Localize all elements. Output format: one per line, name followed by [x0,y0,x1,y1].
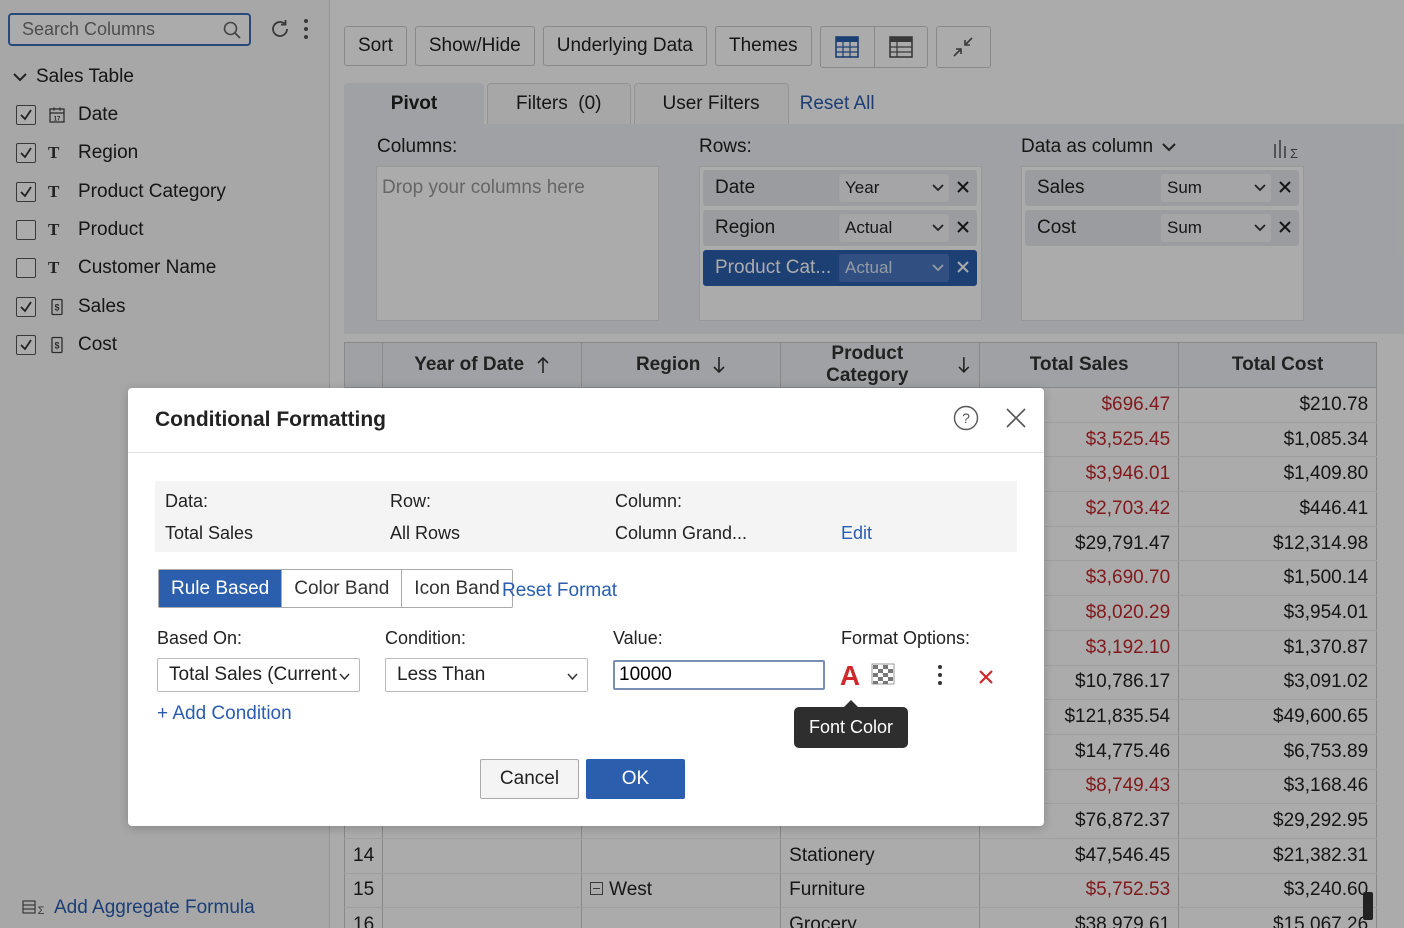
close-icon[interactable] [1004,406,1028,430]
conditional-formatting-dialog: Conditional Formatting ? Data: Total Sal… [128,388,1044,826]
dialog-title: Conditional Formatting [155,408,386,431]
condition-select[interactable]: Less Than [385,658,588,692]
dialog-divider [128,452,1044,453]
ok-button[interactable]: OK [586,759,685,799]
info-data: Data: Total Sales [165,491,253,544]
svg-text:?: ? [962,410,970,426]
font-color-tooltip: Font Color [794,700,908,748]
based-on-label: Based On: [157,628,243,648]
value-input[interactable] [613,660,825,690]
font-color-button[interactable]: A [836,660,864,691]
add-condition-link[interactable]: + Add Condition [157,703,292,725]
based-on-select[interactable]: Total Sales (Current [157,658,360,692]
value-label: Value: [613,628,663,648]
background-color-icon[interactable] [871,663,895,685]
target-info-box: Data: Total Sales Row: All Rows Column: … [155,481,1017,552]
rule-based-tab[interactable]: Rule Based [159,570,282,607]
condition-value: Less Than [397,664,486,685]
color-band-tab[interactable]: Color Band [281,570,401,607]
more-options-icon[interactable] [936,664,944,686]
based-on-value: Total Sales (Current [169,664,337,685]
edit-link[interactable]: Edit [841,523,872,544]
info-data-label: Data: [165,491,209,511]
info-row-label: Row: [390,491,432,511]
format-options-label: Format Options: [841,628,971,648]
help-icon[interactable]: ? [953,405,979,431]
condition-label: Condition: [385,628,467,648]
info-column-value: Column Grand... [615,523,748,543]
format-mode-toggle: Rule Based Color Band Icon Band [158,569,513,608]
info-row-value: All Rows [390,523,461,543]
info-row: Row: All Rows [390,491,460,544]
reset-format-link[interactable]: Reset Format [502,580,617,602]
info-data-value: Total Sales [165,523,254,543]
cancel-button[interactable]: Cancel [480,759,579,799]
icon-band-tab[interactable]: Icon Band [401,570,512,607]
chevron-down-icon [567,673,578,681]
info-column-label: Column: [615,491,683,511]
info-column: Column: Column Grand... [615,491,747,544]
delete-condition-icon[interactable] [978,669,994,685]
chevron-down-icon [339,673,350,681]
